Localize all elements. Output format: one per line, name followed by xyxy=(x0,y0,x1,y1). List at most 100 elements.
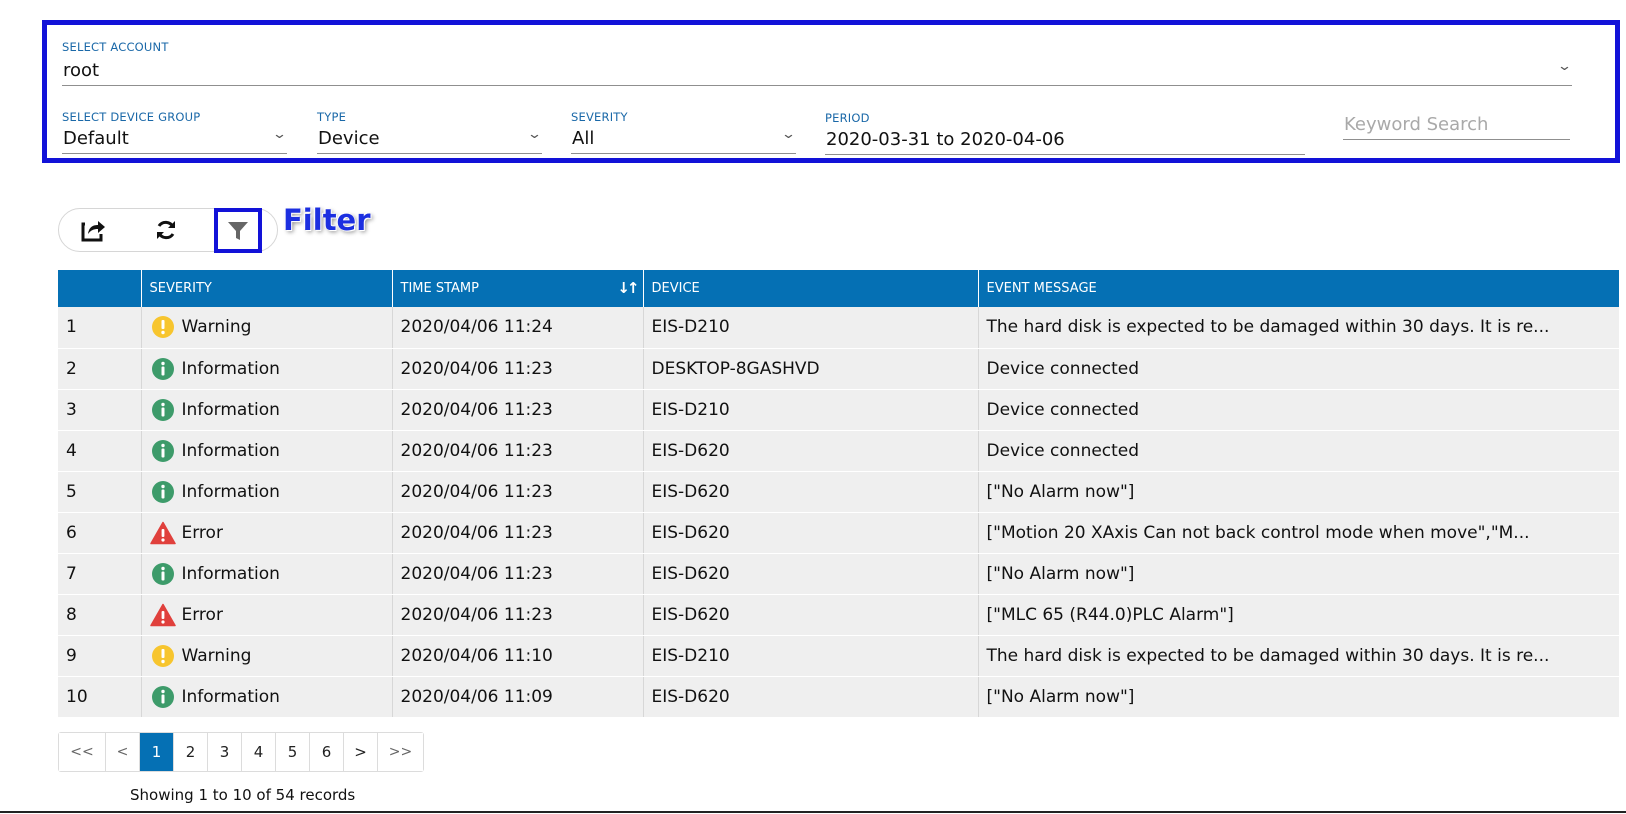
table-row[interactable]: 4 Information 2020/04/06 11:23 EIS-D620 Devi… xyxy=(58,430,1619,472)
row-number: 4 xyxy=(58,430,142,472)
prev-page-button[interactable]: < xyxy=(106,733,140,771)
event-message-cell: Device connected xyxy=(978,430,1619,472)
page-button-4[interactable]: 4 xyxy=(242,733,276,771)
row-number: 7 xyxy=(58,553,142,595)
type-select[interactable]: TYPE Device ⌄ xyxy=(317,110,542,154)
sort-icon[interactable]: ↓↑ xyxy=(617,279,639,297)
info-icon xyxy=(150,561,176,587)
severity-cell: Error xyxy=(141,512,393,554)
header-severity[interactable]: SEVERITY xyxy=(141,270,393,307)
row-number: 3 xyxy=(58,389,142,431)
device-cell: EIS-D620 xyxy=(643,512,979,554)
severity-cell: Information xyxy=(141,348,393,390)
type-value[interactable]: Device ⌄ xyxy=(317,126,542,154)
warning-icon xyxy=(150,643,176,669)
severity-cell: Error xyxy=(141,594,393,636)
timestamp-cell: 2020/04/06 11:23 xyxy=(392,348,644,390)
severity-cell: Information xyxy=(141,553,393,595)
account-select[interactable]: SELECT ACCOUNT root ⌄ xyxy=(62,40,1572,86)
row-number: 5 xyxy=(58,471,142,513)
device-group-select[interactable]: SELECT DEVICE GROUP Default ⌄ xyxy=(62,110,287,154)
device-cell: EIS-D210 xyxy=(643,307,979,349)
table-row[interactable]: 6 Error 2020/04/06 11:23 EIS-D620 ["Motion 2… xyxy=(58,512,1619,554)
filter-button[interactable] xyxy=(214,208,262,253)
severity-text: Warning xyxy=(181,317,252,338)
table-row[interactable]: 10 Information 2020/04/06 11:09 EIS-D620 ["N… xyxy=(58,676,1619,718)
page-button-3[interactable]: 3 xyxy=(208,733,242,771)
table-row[interactable]: 8 Error 2020/04/06 11:23 EIS-D620 ["MLC 65 (… xyxy=(58,594,1619,636)
timestamp-cell: 2020/04/06 11:23 xyxy=(392,594,644,636)
timestamp-cell: 2020/04/06 11:23 xyxy=(392,553,644,595)
row-number: 9 xyxy=(58,635,142,677)
device-group-value[interactable]: Default ⌄ xyxy=(62,126,287,154)
timestamp-cell: 2020/04/06 11:24 xyxy=(392,307,644,349)
pagination: << < 1 2 3 4 5 6 > >> xyxy=(58,732,424,772)
device-cell: EIS-D620 xyxy=(643,553,979,595)
severity-text: Information xyxy=(181,563,280,584)
next-page-button[interactable]: > xyxy=(344,733,378,771)
period-picker[interactable]: PERIOD 2020-03-31 to 2020-04-06 xyxy=(825,111,1305,155)
export-button[interactable] xyxy=(72,209,116,251)
timestamp-cell: 2020/04/06 11:23 xyxy=(392,430,644,472)
page-button-1[interactable]: 1 xyxy=(140,733,174,771)
timestamp-cell: 2020/04/06 11:23 xyxy=(392,471,644,513)
device-cell: EIS-D620 xyxy=(643,471,979,513)
chevron-down-icon: ⌄ xyxy=(526,127,543,142)
filter-icon xyxy=(228,221,248,240)
table-row[interactable]: 7 Information 2020/04/06 11:23 EIS-D620 ["No… xyxy=(58,553,1619,595)
chevron-down-icon: ⌄ xyxy=(271,127,288,142)
info-icon xyxy=(150,684,176,710)
page-button-5[interactable]: 5 xyxy=(276,733,310,771)
info-icon xyxy=(150,397,176,423)
severity-cell: Information xyxy=(141,389,393,431)
device-group-value-text: Default xyxy=(63,128,129,149)
chevron-down-icon: ⌄ xyxy=(780,127,797,142)
last-page-button[interactable]: >> xyxy=(378,733,423,771)
event-message-cell: Device connected xyxy=(978,348,1619,390)
severity-text: Information xyxy=(181,440,280,461)
page-button-6[interactable]: 6 xyxy=(310,733,344,771)
device-cell: EIS-D620 xyxy=(643,594,979,636)
row-number: 6 xyxy=(58,512,142,554)
severity-text: Information xyxy=(181,686,280,707)
event-message-cell: The hard disk is expected to be damaged … xyxy=(978,307,1619,349)
severity-cell: Warning xyxy=(141,635,393,677)
info-icon xyxy=(150,356,176,382)
device-group-label: SELECT DEVICE GROUP xyxy=(62,110,201,124)
events-table: SEVERITY TIME STAMP ↓↑ DEVICE EVENT MESS… xyxy=(58,270,1619,718)
timestamp-cell: 2020/04/06 11:23 xyxy=(392,512,644,554)
severity-cell: Information xyxy=(141,676,393,718)
keyword-search-input[interactable]: Keyword Search xyxy=(1343,112,1570,140)
severity-label: SEVERITY xyxy=(571,110,628,124)
chevron-down-icon: ⌄ xyxy=(1556,59,1573,74)
refresh-button[interactable] xyxy=(144,209,188,251)
device-cell: EIS-D620 xyxy=(643,430,979,472)
device-cell: EIS-D210 xyxy=(643,389,979,431)
page-button-2[interactable]: 2 xyxy=(174,733,208,771)
info-icon xyxy=(150,438,176,464)
severity-cell: Information xyxy=(141,471,393,513)
table-row[interactable]: 9 Warning 2020/04/06 11:10 EIS-D210 The hard… xyxy=(58,635,1619,677)
row-number: 2 xyxy=(58,348,142,390)
timestamp-cell: 2020/04/06 11:10 xyxy=(392,635,644,677)
error-icon xyxy=(149,602,176,628)
header-device[interactable]: DEVICE xyxy=(643,270,979,307)
table-row[interactable]: 3 Information 2020/04/06 11:23 EIS-D210 Devi… xyxy=(58,389,1619,431)
filter-panel: SELECT ACCOUNT root ⌄ SELECT DEVICE GROU… xyxy=(42,20,1620,163)
header-index xyxy=(58,270,142,307)
first-page-button[interactable]: << xyxy=(59,733,106,771)
table-row[interactable]: 1 Warning 2020/04/06 11:24 EIS-D210 The hard… xyxy=(58,307,1619,349)
severity-value[interactable]: All ⌄ xyxy=(571,126,796,154)
account-value[interactable]: root ⌄ xyxy=(62,58,1572,86)
severity-select[interactable]: SEVERITY All ⌄ xyxy=(571,110,796,154)
header-timestamp[interactable]: TIME STAMP ↓↑ xyxy=(392,270,644,307)
table-row[interactable]: 5 Information 2020/04/06 11:23 EIS-D620 ["No… xyxy=(58,471,1619,513)
device-cell: EIS-D620 xyxy=(643,676,979,718)
period-label: PERIOD xyxy=(825,111,870,125)
period-value[interactable]: 2020-03-31 to 2020-04-06 xyxy=(825,127,1305,155)
severity-cell: Information xyxy=(141,430,393,472)
header-event-message[interactable]: EVENT MESSAGE xyxy=(978,270,1619,307)
export-icon xyxy=(81,221,105,242)
table-row[interactable]: 2 Information 2020/04/06 11:23 DESKTOP-8GAS… xyxy=(58,348,1619,390)
toolbar xyxy=(58,208,278,253)
